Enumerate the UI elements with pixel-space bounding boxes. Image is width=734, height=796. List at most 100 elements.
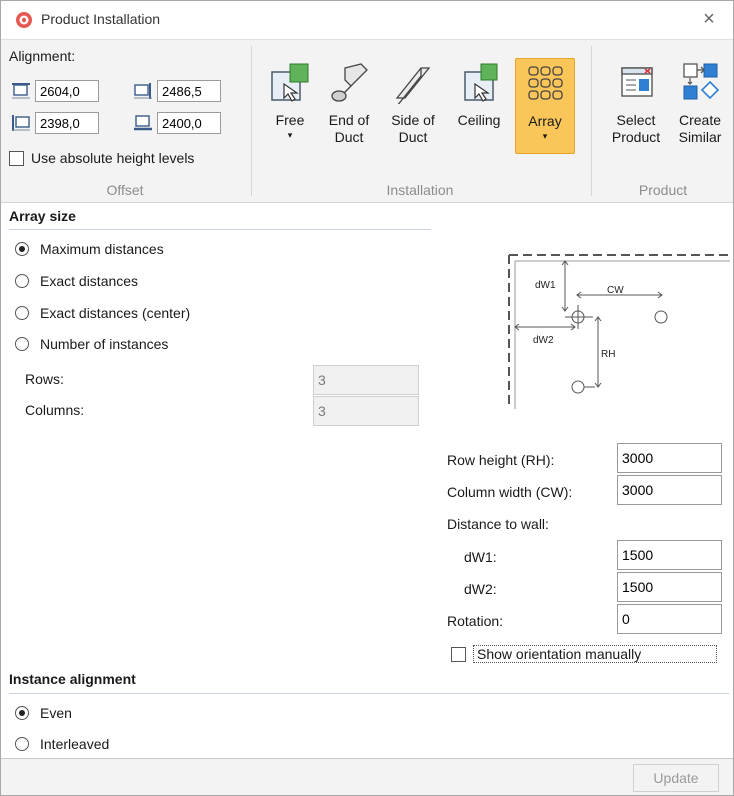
column-width-label: Column width (CW): <box>447 484 573 500</box>
column-width-input[interactable] <box>617 475 722 505</box>
distance-to-wall-label: Distance to wall: <box>447 516 549 532</box>
radio-button[interactable] <box>15 706 29 720</box>
radio-label: Exact distances <box>40 273 139 289</box>
dw2-input[interactable] <box>617 572 722 602</box>
radio-label: Interleaved <box>40 736 110 752</box>
select-product-button[interactable]: Select Product <box>605 60 667 146</box>
array-grid-icon <box>528 66 563 100</box>
radio-label: Exact distances (center) <box>40 305 191 321</box>
rotation-input[interactable] <box>617 604 722 634</box>
diagram-label-cw: CW <box>607 285 624 296</box>
offset-top-right <box>133 80 221 102</box>
row-height-label: Row height (RH): <box>447 452 555 468</box>
offset-group: Alignment: Use absolute height levels <box>1 40 249 202</box>
select-product-icon <box>621 67 653 97</box>
section-divider <box>9 693 729 694</box>
free-install-icon <box>271 63 309 102</box>
radio-even[interactable]: Even <box>15 705 72 721</box>
rows-input[interactable] <box>313 365 419 395</box>
free-label: Free <box>275 112 305 128</box>
show-orientation-label: Show orientation manually <box>473 645 717 663</box>
radio-label: Maximum distances <box>40 241 164 257</box>
ribbon: Alignment: Use absolute height levels <box>1 39 733 203</box>
ceiling-label: Ceiling <box>457 112 501 128</box>
radio-label: Number of instances <box>40 336 169 352</box>
diagram-svg: dW1 CW dW2 RH <box>508 254 730 409</box>
columns-label: Columns: <box>25 402 85 418</box>
radio-button[interactable] <box>15 274 29 288</box>
ceiling-install-icon <box>464 63 498 102</box>
ribbon-separator <box>251 46 252 196</box>
height-bottom-icon <box>134 115 152 131</box>
ribbon-separator <box>591 46 592 196</box>
ceiling-button[interactable]: Ceiling <box>451 60 507 129</box>
section-divider <box>9 229 431 230</box>
radio-button[interactable] <box>15 737 29 751</box>
radio-maximum-distances[interactable]: Maximum distances <box>15 241 164 257</box>
array-caret-icon: ▾ <box>542 131 548 141</box>
radio-exact-distances-center[interactable]: Exact distances (center) <box>15 305 190 321</box>
array-layout-diagram: dW1 CW dW2 RH <box>447 233 730 427</box>
side-of-duct-button[interactable]: Side of Duct <box>383 60 443 146</box>
checkbox-box[interactable] <box>9 150 24 166</box>
radio-exact-distances[interactable]: Exact distances <box>15 273 138 289</box>
end-of-duct-button[interactable]: End of Duct <box>321 60 377 146</box>
offset-field-1[interactable] <box>35 80 99 102</box>
radio-interleaved[interactable]: Interleaved <box>15 736 109 752</box>
radio-label: Even <box>40 705 72 721</box>
instance-alignment-heading: Instance alignment <box>9 671 136 687</box>
create-similar-label-2: Similar <box>678 129 722 145</box>
use-absolute-height-label: Use absolute height levels <box>31 150 195 166</box>
array-size-heading: Array size <box>9 208 76 224</box>
rotation-label: Rotation: <box>447 613 504 629</box>
array-label: Array <box>528 113 562 129</box>
offset-group-label: Offset <box>106 182 144 198</box>
end-of-duct-icon <box>331 63 368 102</box>
rows-label: Rows: <box>25 371 64 387</box>
radio-button[interactable] <box>15 242 29 256</box>
row-height-input[interactable] <box>617 443 722 473</box>
end-of-duct-label-1: End of <box>328 112 370 128</box>
show-orientation-checkbox[interactable]: Show orientation manually <box>451 645 717 663</box>
offset-field-4[interactable] <box>157 112 221 134</box>
app-logo-icon <box>16 12 32 28</box>
installation-group-label: Installation <box>386 182 454 198</box>
offset-field-3[interactable] <box>35 112 99 134</box>
free-button[interactable]: Free ▾ <box>267 60 313 141</box>
end-of-duct-label-2: Duct <box>334 129 364 145</box>
offset-field-2[interactable] <box>157 80 221 102</box>
close-button[interactable]: × <box>697 7 721 31</box>
create-similar-icon <box>683 63 720 100</box>
side-of-duct-label-2: Duct <box>398 129 428 145</box>
product-group-label: Product <box>638 182 688 198</box>
radio-button[interactable] <box>15 337 29 351</box>
radio-number-of-instances[interactable]: Number of instances <box>15 336 168 352</box>
diagram-label-dw2: dW2 <box>533 335 554 346</box>
dw1-input[interactable] <box>617 540 722 570</box>
offset-bottom-right <box>133 112 221 134</box>
alignment-label: Alignment: <box>9 48 76 64</box>
footer-bar: Update <box>1 758 733 795</box>
checkbox-box[interactable] <box>451 646 466 662</box>
height-right-icon <box>134 83 152 99</box>
diagram-label-dw1: dW1 <box>535 280 556 291</box>
height-top-icon <box>12 83 30 99</box>
product-group: Select Product Create Similar Product <box>593 40 733 202</box>
height-left-icon <box>12 115 30 131</box>
window-title: Product Installation <box>41 11 161 27</box>
columns-input[interactable] <box>313 396 419 426</box>
dw1-label: dW1: <box>464 549 497 565</box>
free-caret-icon: ▾ <box>287 130 293 140</box>
radio-button[interactable] <box>15 306 29 320</box>
update-button[interactable]: Update <box>633 764 719 792</box>
create-similar-label-1: Create <box>678 112 722 128</box>
side-of-duct-icon <box>395 67 431 107</box>
diagram-label-rh: RH <box>601 349 615 360</box>
side-of-duct-label-1: Side of <box>391 112 435 128</box>
offset-bottom-left <box>11 112 99 134</box>
dw2-label: dW2: <box>464 581 497 597</box>
array-button[interactable]: Array ▾ <box>515 58 575 154</box>
create-similar-button[interactable]: Create Similar <box>671 60 729 146</box>
use-absolute-height-checkbox[interactable]: Use absolute height levels <box>9 150 194 166</box>
title-bar: Product Installation × <box>1 1 733 39</box>
